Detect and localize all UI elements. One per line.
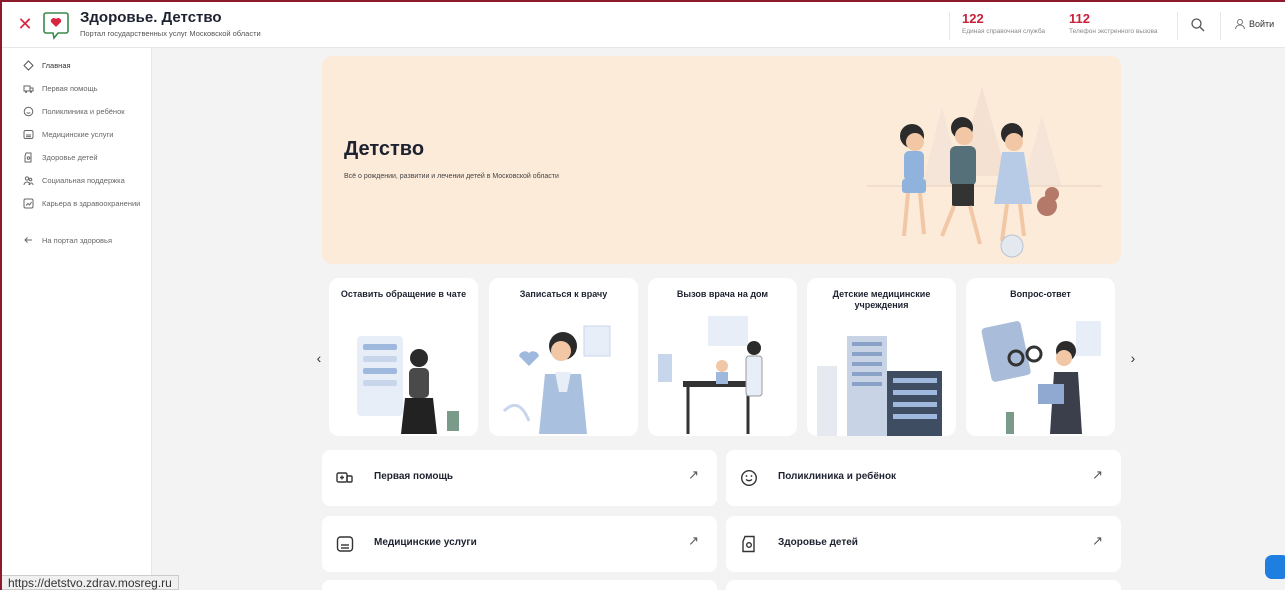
phone-label: Телефон экстренного вызова: [1069, 28, 1158, 35]
hero-banner: Детство Всё о рождении, развитии и лечен…: [322, 56, 1121, 264]
arrow-up-right-icon: ↗: [1092, 467, 1103, 482]
chat-widget-button[interactable]: [1265, 555, 1285, 579]
sidebar-item-career[interactable]: Карьера в здравоохранении: [2, 192, 151, 215]
sidebar: Главная Первая помощь Поликлиника и ребё…: [2, 48, 152, 590]
sidebar-item-label: Медицинские услуги: [42, 130, 114, 139]
card-faq[interactable]: Вопрос-ответ: [966, 278, 1115, 436]
baby-face-icon: [740, 469, 758, 487]
tile-label: Медицинские услуги: [374, 537, 477, 548]
child-health-icon: [742, 535, 755, 553]
close-icon[interactable]: ✕: [16, 15, 34, 33]
card-book-doctor[interactable]: Записаться к врачу: [489, 278, 638, 436]
tile-label: Первая помощь: [374, 471, 454, 482]
sidebar-item-social-support[interactable]: Социальная поддержка: [2, 169, 151, 192]
hospital-building-illustration: [817, 336, 942, 436]
user-icon: [1235, 19, 1245, 30]
arrow-up-right-icon: ↗: [688, 467, 699, 482]
sidebar-item-child-health[interactable]: Здоровье детей: [2, 146, 151, 169]
sidebar-item-label: Главная: [42, 61, 71, 70]
reading-woman-illustration: [981, 321, 1101, 434]
home-icon: [22, 60, 34, 72]
tile-first-aid[interactable]: Первая помощь ↗: [322, 450, 717, 506]
sidebar-item-label: Первая помощь: [42, 84, 98, 93]
logo-icon: [43, 12, 69, 40]
divider: [1220, 12, 1221, 40]
tile-label: Поликлиника и ребёнок: [778, 471, 897, 482]
card-title: Вызов врача на дом: [676, 289, 769, 299]
ambulance-icon: [336, 472, 353, 483]
search-icon[interactable]: [1190, 17, 1206, 33]
career-icon: [22, 198, 34, 210]
sidebar-item-label: Здоровье детей: [42, 153, 98, 162]
sidebar-item-label: Поликлиника и ребёнок: [42, 107, 125, 116]
login-button[interactable]: Войти: [1234, 18, 1274, 30]
arrow-up-right-icon: ↗: [688, 533, 699, 548]
hero-title: Детство: [344, 138, 425, 160]
status-url: https://detstvo.zdrav.mosreg.ru: [2, 575, 179, 590]
sidebar-item-label: Социальная поддержка: [42, 176, 125, 185]
divider: [1177, 12, 1178, 40]
sidebar-item-home[interactable]: Главная: [2, 54, 151, 77]
back-link-label: На портал здоровья: [42, 236, 113, 245]
tile-child-health[interactable]: Здоровье детей ↗: [726, 516, 1121, 572]
login-label: Войти: [1249, 19, 1275, 29]
phone-number: 112: [1069, 11, 1090, 26]
arrow-up-right-icon: ↗: [1092, 533, 1103, 548]
children-playing-illustration: [867, 86, 1102, 258]
top-header: ✕ Здоровье. Детство Портал государственн…: [2, 2, 1285, 48]
home-visit-illustration: [658, 316, 763, 434]
card-chat-request[interactable]: Оставить обращение в чате: [329, 278, 478, 436]
phone-112[interactable]: 112 Телефон экстренного вызова: [1069, 11, 1158, 35]
child-health-icon: [22, 152, 34, 164]
chat-illustration: [357, 336, 459, 434]
card-title: Оставить обращение в чате: [340, 289, 467, 299]
tile-clinic[interactable]: Поликлиника и ребёнок ↗: [726, 450, 1121, 506]
card-title: Вопрос-ответ: [1010, 289, 1071, 299]
medical-card-icon: [22, 129, 34, 141]
sidebar-item-first-aid[interactable]: Первая помощь: [2, 77, 151, 100]
phone-122[interactable]: 122 Единая справочная служба: [962, 11, 1045, 35]
phone-number: 122: [962, 11, 984, 26]
baby-face-icon: [22, 106, 34, 118]
back-arrow-icon: [22, 235, 34, 247]
brand-subtitle: Портал государственных услуг Московской …: [80, 29, 261, 38]
ambulance-icon: [22, 83, 34, 95]
hero-subtitle: Всё о рождении, развитии и лечении детей…: [344, 173, 559, 180]
phone-label: Единая справочная служба: [962, 28, 1046, 35]
back-to-health-portal-link[interactable]: На портал здоровья: [2, 229, 151, 252]
card-home-doctor[interactable]: Вызов врача на дом: [648, 278, 797, 436]
tile-partial: [322, 580, 717, 590]
doctor-illustration: [502, 325, 611, 434]
tile-partial: [726, 580, 1121, 590]
carousel-next-button[interactable]: ›: [1124, 347, 1142, 369]
tile-label: Здоровье детей: [778, 537, 858, 548]
card-children-medical-institutions[interactable]: Детские медицинские учреждения: [807, 278, 956, 436]
card-title: Записаться к врачу: [519, 289, 608, 299]
divider: [949, 12, 950, 40]
sidebar-item-clinic[interactable]: Поликлиника и ребёнок: [2, 100, 151, 123]
tile-medical-services[interactable]: Медицинские услуги ↗: [322, 516, 717, 572]
people-icon: [22, 175, 34, 187]
carousel-prev-button[interactable]: ‹: [310, 347, 328, 369]
medical-card-icon: [336, 536, 354, 552]
brand-title: Здоровье. Детство: [80, 9, 222, 26]
card-title: Детские медицинские учреждения: [832, 289, 931, 310]
sidebar-item-medical-services[interactable]: Медицинские услуги: [2, 123, 151, 146]
sidebar-item-label: Карьера в здравоохранении: [42, 199, 141, 208]
